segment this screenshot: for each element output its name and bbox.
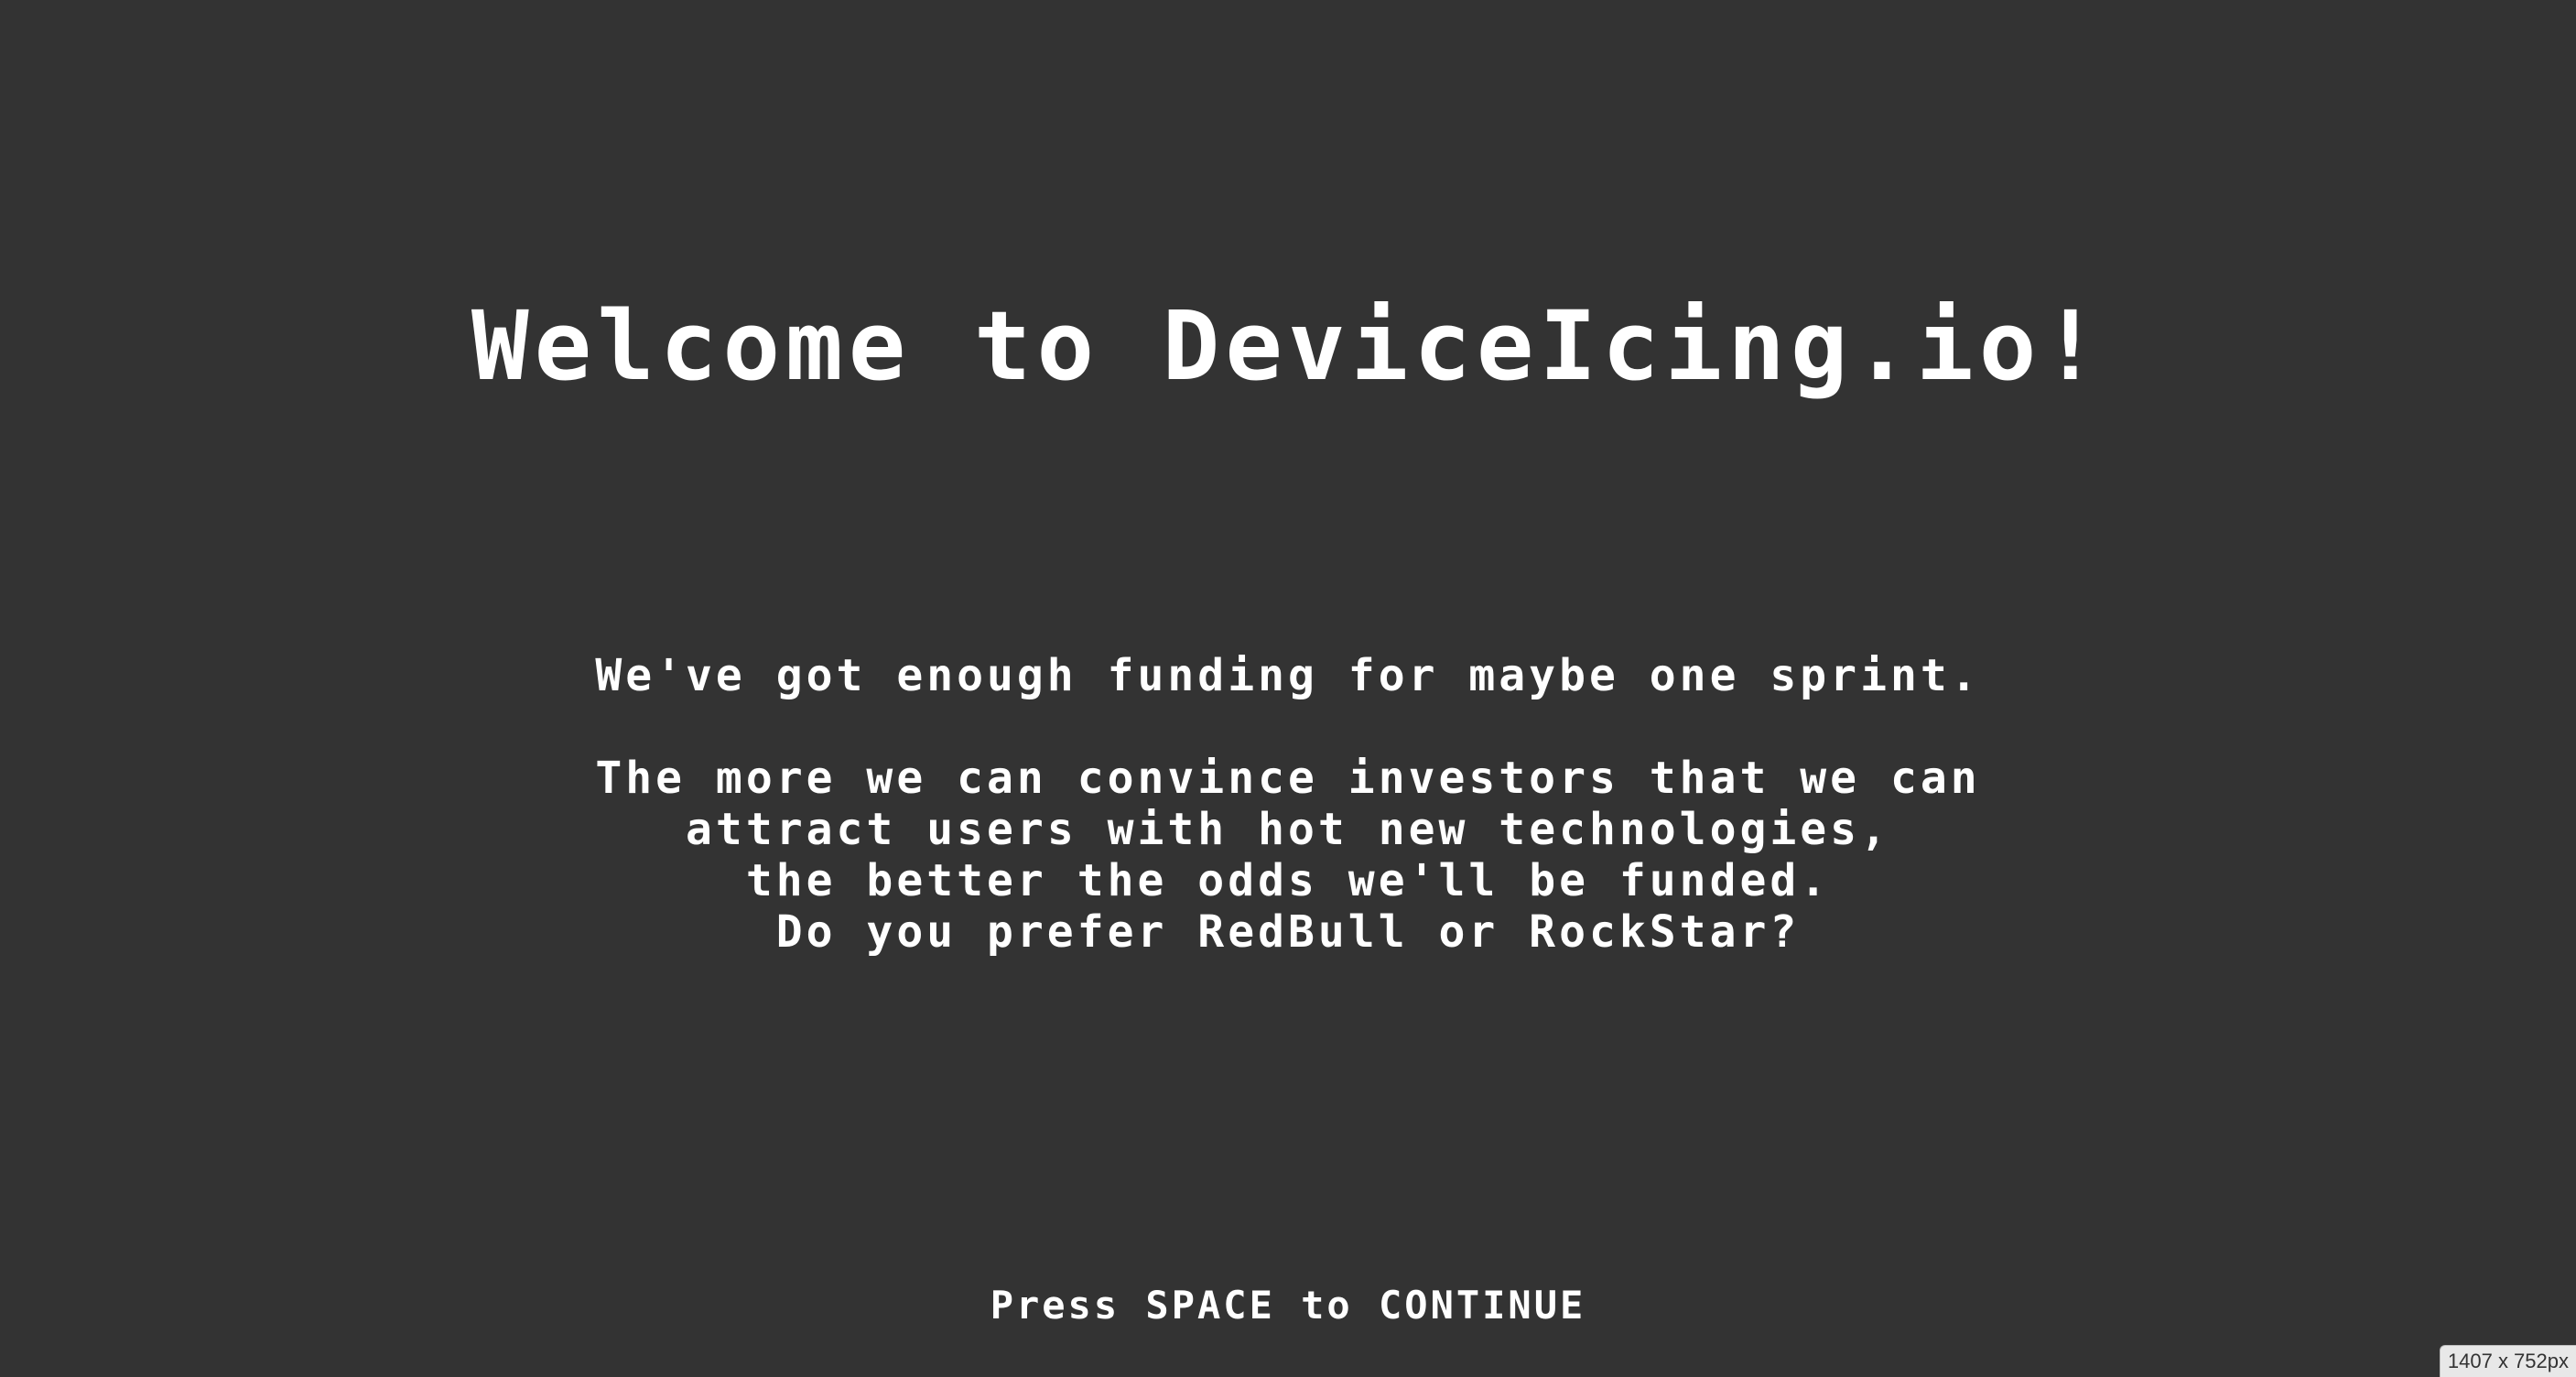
continue-prompt: Press SPACE to CONTINUE: [990, 1283, 1586, 1328]
game-screen[interactable]: Welcome to DeviceIcing.io! We've got eno…: [0, 0, 2576, 1377]
intro-line-funding: We've got enough funding for maybe one s…: [595, 650, 1981, 701]
intro-line-technologies: attract users with hot new technologies,: [686, 804, 1890, 855]
intro-line-investors: The more we can convince investors that …: [595, 753, 1981, 804]
intro-line-odds: the better the odds we'll be funded.: [745, 855, 1831, 906]
viewport-size-badge: 1407 x 752px: [2439, 1345, 2576, 1377]
welcome-title: Welcome to DeviceIcing.io!: [471, 290, 2105, 402]
intro-line-question: Do you prefer RedBull or RockStar?: [775, 906, 1801, 958]
